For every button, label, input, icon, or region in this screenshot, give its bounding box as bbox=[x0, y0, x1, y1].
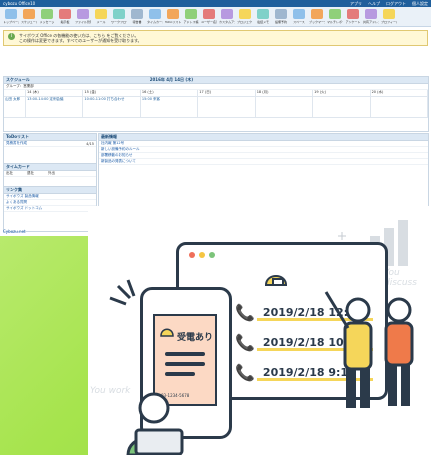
app-icon bbox=[383, 9, 395, 19]
app-icon-button[interactable]: 報告書 bbox=[129, 9, 145, 24]
app-icon-button[interactable]: ファイル管理 bbox=[75, 9, 91, 24]
calendar-corner bbox=[4, 90, 26, 97]
app-icon bbox=[23, 9, 35, 19]
todo-item[interactable]: 見積書を作成 4/15 bbox=[4, 141, 96, 147]
calendar-day-header: 14 (木) bbox=[26, 90, 84, 97]
app-icon-button[interactable]: 共有アドレス帳 bbox=[363, 9, 379, 24]
topbar-link-help[interactable]: ヘルプ bbox=[368, 1, 380, 7]
schedule-grid: 14 (木) 15 (金) 16 (土) 17 (日) 18 (月) 19 (火) 20 (… bbox=[4, 90, 428, 118]
app-icon bbox=[167, 9, 179, 19]
timecard-in-button[interactable]: 出社 bbox=[6, 171, 13, 176]
calendar-day-header: 20 (水) bbox=[370, 90, 428, 97]
board-row[interactable]: 新製品の発表について bbox=[99, 159, 428, 165]
app-icon-button[interactable]: 設備予約 bbox=[273, 9, 289, 24]
app-icon bbox=[293, 9, 305, 19]
app-icon-button[interactable]: 掲示板 bbox=[57, 9, 73, 24]
app-icon-button[interactable]: スペース bbox=[291, 9, 307, 24]
app-icon-button[interactable]: プロフィール bbox=[381, 9, 397, 24]
timecard-away-button[interactable]: 外出 bbox=[48, 171, 55, 176]
app-launcher: トップページスケジュールメッセージ掲示板ファイル管理メールワークフロー報告書タイ… bbox=[0, 7, 431, 27]
calendar-day-header: 19 (火) bbox=[313, 90, 371, 97]
app-icon-button[interactable]: マルチレポート bbox=[327, 9, 343, 24]
app-icon-button[interactable]: アドレス帳 bbox=[183, 9, 199, 24]
app-icon bbox=[113, 9, 125, 19]
app-icon bbox=[77, 9, 89, 19]
app-icon-button[interactable]: トップページ bbox=[3, 9, 19, 24]
topbar-link-apps[interactable]: アプリ bbox=[350, 1, 362, 7]
calendar-day-header: 16 (土) bbox=[140, 90, 199, 97]
app-icon-button[interactable]: メール bbox=[93, 9, 109, 24]
app-icon bbox=[185, 9, 197, 19]
app-icon-button[interactable]: ワークフロー bbox=[111, 9, 127, 24]
people-figures bbox=[126, 291, 414, 455]
calendar-cell[interactable]: 13:00-14:00 定例会議 bbox=[26, 97, 84, 118]
todo-header: ToDoリスト bbox=[4, 134, 96, 141]
app-icon bbox=[311, 9, 323, 19]
calendar-cell[interactable]: 10:00-11:00 打ち合わせ bbox=[83, 97, 141, 118]
calendar-cell[interactable] bbox=[255, 97, 314, 118]
timecard-out-button[interactable]: 退社 bbox=[27, 171, 34, 176]
app-icon-button[interactable]: タイムカード bbox=[147, 9, 163, 24]
app-icon bbox=[5, 9, 17, 19]
app-icon-button[interactable]: ToDoリスト bbox=[165, 9, 181, 24]
laptop-icon bbox=[134, 428, 184, 455]
app-icon-button[interactable]: ブックマーク bbox=[309, 9, 325, 24]
man-head bbox=[345, 297, 371, 323]
app-icon bbox=[221, 9, 233, 19]
app-icon bbox=[365, 9, 377, 19]
app-icon bbox=[347, 9, 359, 19]
phone-memo-illustration: You discuss You work 📞 2019/2/18 12:34 📞… bbox=[88, 206, 431, 455]
app-icon bbox=[275, 9, 287, 19]
timecard-panel: タイムカード 出社 退社 外出 bbox=[3, 163, 97, 187]
calendar-day-header: 18 (月) bbox=[255, 90, 314, 97]
app-icon bbox=[329, 9, 341, 19]
calendar-cell[interactable] bbox=[370, 97, 428, 118]
app-icon-button[interactable]: 電話メモ bbox=[255, 9, 271, 24]
app-icon bbox=[41, 9, 53, 19]
board-header: 最新情報 bbox=[99, 134, 428, 141]
app-icon bbox=[257, 9, 269, 19]
app-icon-button[interactable]: ユーザー名簿 bbox=[201, 9, 217, 24]
app-icon-button[interactable]: プロジェクト bbox=[237, 9, 253, 24]
calendar-member: 山田 太郎 bbox=[4, 97, 26, 118]
app-icon bbox=[203, 9, 215, 19]
woman-body bbox=[384, 321, 414, 367]
schedule-date: 2016年 4月 14日 (木) bbox=[149, 77, 194, 82]
timecard-header: タイムカード bbox=[4, 164, 96, 171]
calendar-cell[interactable]: 15:00 来客 bbox=[140, 97, 199, 118]
info-icon: i bbox=[8, 33, 15, 40]
schedule-panel: スケジュール 2016年 4月 14日 (木) グループ：営業部 14 (木) 1… bbox=[3, 76, 429, 132]
app-icon-button[interactable]: アンケート bbox=[345, 9, 361, 24]
app-icon bbox=[149, 9, 161, 19]
calendar-cell[interactable] bbox=[198, 97, 256, 118]
app-icon bbox=[239, 9, 251, 19]
schedule-header: スケジュール 2016年 4月 14日 (木) bbox=[4, 77, 428, 84]
footer-link[interactable]: Cybozu.net bbox=[3, 229, 26, 234]
app-icon-button[interactable]: スケジュール bbox=[21, 9, 37, 24]
app-icon bbox=[131, 9, 143, 19]
calendar-day-header: 15 (金) bbox=[83, 90, 141, 97]
link-item[interactable]: サイボウズ ドットコム bbox=[4, 206, 96, 212]
app-icon bbox=[95, 9, 107, 19]
links-panel: リンク集 サイボウズ 製品情報 よくある質問 サイボウズ ドットコム bbox=[3, 186, 97, 232]
app-icon-button[interactable]: カスタムアプリ bbox=[219, 9, 235, 24]
woman-head bbox=[386, 297, 412, 323]
notice-box: i サイボウズ Office の各機能の使い方は、こちら をご覧ください。 この… bbox=[3, 30, 428, 46]
calendar-cell[interactable] bbox=[313, 97, 371, 118]
links-header: リンク集 bbox=[4, 187, 96, 194]
app-icon-button[interactable]: メッセージ bbox=[39, 9, 55, 24]
calendar-day-header: 17 (日) bbox=[198, 90, 256, 97]
topbar-link-settings[interactable]: 個人設定 bbox=[412, 1, 428, 7]
office-screenshot: cybozu Office10 アプリ ヘルプ ログアウト 個人設定 トップペー… bbox=[0, 0, 431, 236]
app-icon bbox=[59, 9, 71, 19]
topbar-link-logout[interactable]: ログアウト bbox=[386, 1, 406, 7]
brand-logo: cybozu Office10 bbox=[3, 1, 36, 6]
worker-head bbox=[138, 392, 170, 424]
man-body bbox=[343, 321, 373, 371]
top-bar: cybozu Office10 アプリ ヘルプ ログアウト 個人設定 bbox=[0, 0, 431, 7]
notice-text-2: この操作は変更できます。すべてのユーザーが通知を受け取ります。 bbox=[19, 38, 142, 43]
